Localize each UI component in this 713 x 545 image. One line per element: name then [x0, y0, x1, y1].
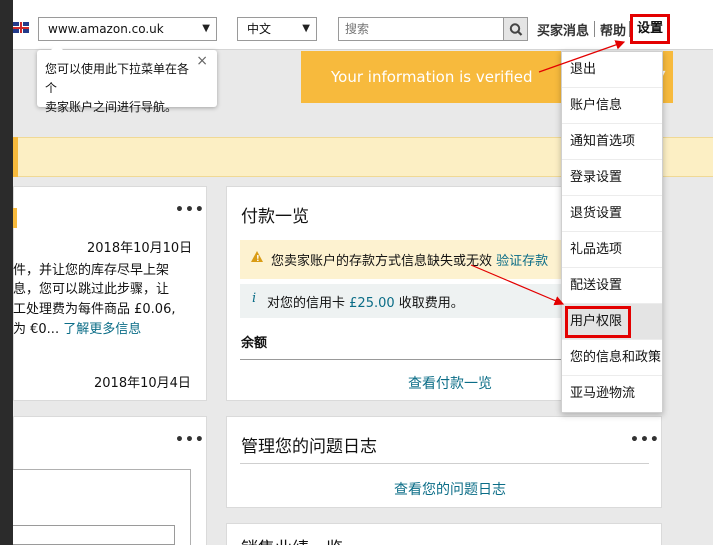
annotation-arrow — [470, 264, 565, 306]
annotation-arrow — [538, 40, 626, 73]
annotation-arrows — [470, 40, 626, 306]
